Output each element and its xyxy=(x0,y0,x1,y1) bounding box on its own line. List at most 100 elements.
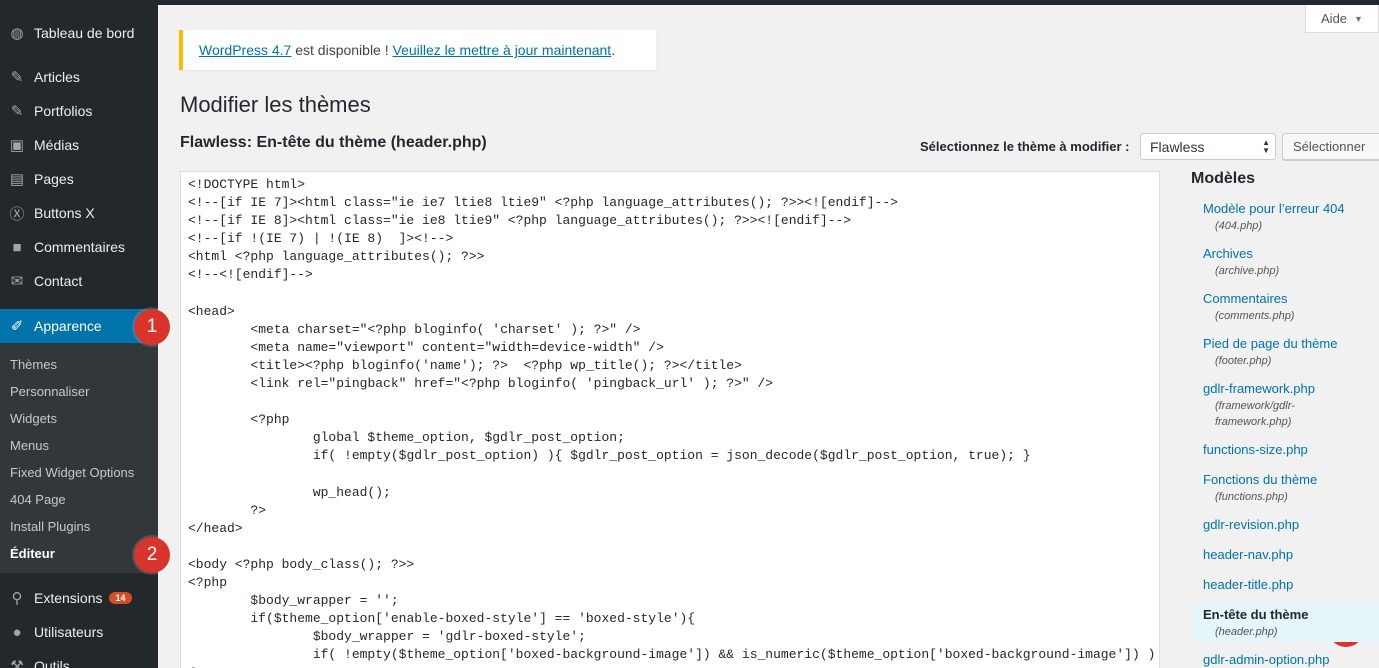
sidebar-item-label: Tableau de bord xyxy=(34,25,135,41)
sidebar-item-portfolios[interactable]: ✎ Portfolios xyxy=(0,94,158,128)
sidebar-separator xyxy=(0,50,158,60)
code-line: $body_wrapper = 'gdlr-boxed-style'; xyxy=(188,629,586,645)
sidebar-item-comments[interactable]: ■ Commentaires xyxy=(0,230,158,264)
template-name[interactable]: Fonctions du thème xyxy=(1203,471,1379,489)
code-line: <?php xyxy=(188,575,228,591)
theme-select[interactable]: Flawless ▲ ▼ xyxy=(1140,133,1276,160)
code-line: <link rel="pingback" href="<?php bloginf… xyxy=(188,376,774,392)
template-filename: (comments.php) xyxy=(1215,310,1295,322)
sidebar-item-pages[interactable]: ▤ Pages xyxy=(0,162,158,196)
sidebar-item-label: Médias xyxy=(34,137,80,153)
template-item[interactable]: header-title.php xyxy=(1191,574,1379,596)
sidebar-item-label: Articles xyxy=(34,69,80,85)
code-content[interactable]: <!DOCTYPE html> <!--[if IE 7]><html class… xyxy=(181,172,1159,668)
caret-down-icon: ▼ xyxy=(1354,13,1363,24)
notice-text: est disponible ! xyxy=(291,42,393,58)
template-item[interactable]: gdlr-revision.php xyxy=(1191,514,1379,536)
sidebar-item-tools[interactable]: ⚒ Outils xyxy=(0,649,158,668)
code-line: <!DOCTYPE html> xyxy=(188,177,306,192)
help-tab-label: Aide xyxy=(1321,11,1348,26)
template-name[interactable]: gdlr-admin-option.php xyxy=(1203,651,1379,668)
sidebar-item-medias[interactable]: ▣ Médias xyxy=(0,128,158,162)
template-item[interactable]: Commentaires (comments.php) xyxy=(1191,288,1379,326)
template-filename: (404.php) xyxy=(1215,220,1263,232)
brush-icon: ✐ xyxy=(10,318,24,335)
template-name[interactable]: Archives xyxy=(1203,245,1379,263)
code-line: ?> xyxy=(188,502,267,518)
code-line: <title><?php bloginfo('name'); ?> <?php … xyxy=(188,357,742,373)
wordpress-version-link[interactable]: WordPress 4.7 xyxy=(199,42,291,58)
select-arrows-icon: ▲ ▼ xyxy=(1262,138,1270,155)
sidebar-separator xyxy=(0,298,158,309)
code-line: <!--<![endif]--> xyxy=(188,267,313,283)
sidebar-item-label: Commentaires xyxy=(34,239,126,255)
sidebar-item-buttons-x[interactable]: Ⓧ Buttons X xyxy=(0,196,158,230)
help-tab-button[interactable]: Aide ▼ xyxy=(1305,5,1379,33)
submenu-item-widgets[interactable]: Widgets xyxy=(0,405,158,432)
template-name[interactable]: functions-size.php xyxy=(1203,441,1379,459)
sidebar-item-contact[interactable]: ✉ Contact xyxy=(0,264,158,298)
template-item[interactable]: Fonctions du thème (functions.php) xyxy=(1191,469,1379,507)
sidebar-separator xyxy=(0,573,158,581)
template-name[interactable]: gdlr-framework.php xyxy=(1203,380,1379,398)
code-line: { xyxy=(188,665,1159,668)
template-filename: (functions.php) xyxy=(1215,491,1288,503)
code-line: </head> xyxy=(188,520,243,536)
pin-icon: ✎ xyxy=(10,103,24,120)
x-icon: Ⓧ xyxy=(9,205,25,223)
code-line: if( !empty($gdlr_post_option) ){ $gdlr_p… xyxy=(188,448,1031,464)
template-item[interactable]: functions-size.php xyxy=(1191,439,1379,461)
template-name[interactable]: En-tête du thème xyxy=(1203,606,1379,624)
templates-list: Modèle pour l’erreur 404 (404.php) Archive… xyxy=(1191,198,1379,668)
submenu-item-fixed-widget-options[interactable]: Fixed Widget Options xyxy=(0,459,158,486)
code-line: if( !empty($theme_option['boxed-backgrou… xyxy=(188,647,1156,663)
template-name[interactable]: Modèle pour l’erreur 404 xyxy=(1203,200,1379,218)
code-line: <html <?php language_attributes(); ?>> xyxy=(188,249,485,265)
template-filename: (archive.php) xyxy=(1215,265,1280,277)
template-item[interactable]: gdlr-framework.php (framework/gdlr-framew… xyxy=(1191,378,1379,432)
submenu-item-themes[interactable]: Thèmes xyxy=(0,351,158,378)
code-line: <!--[if IE 7]><html class="ie ie7 ltie8 … xyxy=(188,195,898,211)
template-name[interactable]: header-nav.php xyxy=(1203,546,1379,564)
dashboard-icon: ◍ xyxy=(10,25,24,42)
sidebar-item-dashboard[interactable]: ◍ Tableau de bord xyxy=(0,16,158,50)
code-line: <!--[if IE 8]><html class="ie ie8 ltie9"… xyxy=(188,213,852,229)
select-theme-button[interactable]: Sélectionner xyxy=(1282,133,1379,160)
templates-heading: Modèles xyxy=(1191,170,1256,187)
pin-icon: ✎ xyxy=(10,69,24,86)
template-name[interactable]: Pied de page du thème xyxy=(1203,335,1379,353)
template-item[interactable]: Modèle pour l’erreur 404 (404.php) xyxy=(1191,198,1379,236)
plugin-icon: ⚲ xyxy=(11,590,23,607)
code-line: wp_head(); xyxy=(188,484,391,500)
sidebar-item-label: Apparence xyxy=(34,318,102,334)
template-name[interactable]: gdlr-revision.php xyxy=(1203,516,1379,534)
template-item[interactable]: Pied de page du thème (footer.php) xyxy=(1191,333,1379,371)
notice-text-end: . xyxy=(611,42,616,58)
submenu-item-customize[interactable]: Personnaliser xyxy=(0,378,158,405)
code-editor-textarea[interactable]: <!DOCTYPE html> <!--[if IE 7]><html class… xyxy=(180,171,1160,668)
template-name[interactable]: Commentaires xyxy=(1203,290,1379,308)
template-name[interactable]: header-title.php xyxy=(1203,576,1379,594)
update-now-link[interactable]: Veuillez le mettre à jour maintenant xyxy=(393,42,612,58)
sidebar-item-extensions[interactable]: ⚲ Extensions 14 xyxy=(0,581,158,615)
template-item[interactable]: En-tête du thème (header.php) xyxy=(1191,604,1379,642)
page-title: Modifier les thèmes xyxy=(180,92,371,117)
sidebar-item-users[interactable]: ● Utilisateurs xyxy=(0,615,158,649)
code-line: <!--[if !(IE 7) | !(IE 8) ]><!--> xyxy=(188,231,454,247)
theme-select-label: Sélectionnez le thème à modifier : xyxy=(920,139,1130,154)
theme-select-value: Flawless xyxy=(1150,138,1205,155)
template-item[interactable]: Archives (archive.php) xyxy=(1191,243,1379,281)
admin-top-stripe xyxy=(0,0,1379,5)
submenu-item-404-page[interactable]: 404 Page xyxy=(0,486,158,513)
template-filename: (footer.php) xyxy=(1215,355,1272,367)
admin-sidebar: ◍ Tableau de bord ✎ Articles ✎ Portfolios ▣… xyxy=(0,0,158,668)
submenu-item-menus[interactable]: Menus xyxy=(0,432,158,459)
sidebar-item-articles[interactable]: ✎ Articles xyxy=(0,60,158,94)
template-item[interactable]: gdlr-admin-option.php xyxy=(1191,649,1379,668)
submenu-item-install-plugins[interactable]: Install Plugins xyxy=(0,513,158,540)
template-item[interactable]: header-nav.php xyxy=(1191,544,1379,566)
